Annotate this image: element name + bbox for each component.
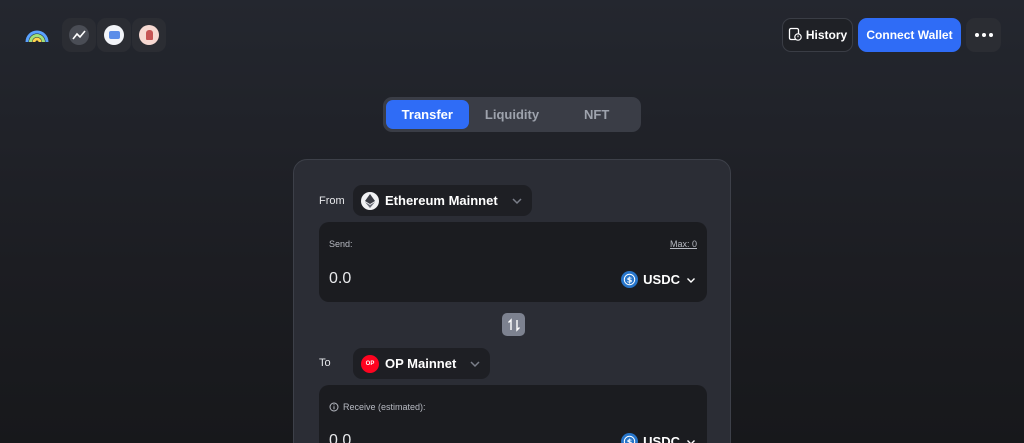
chevron-down-icon	[470, 360, 480, 367]
send-panel: Send: Max: 0 0.0 $ USDC	[319, 222, 707, 302]
bridge-card: From Ethereum Mainnet Send: Max: 0 0.0 $…	[293, 159, 731, 443]
tab-liquidity[interactable]: Liquidity	[471, 100, 554, 129]
svg-text:$: $	[627, 275, 633, 284]
more-icon[interactable]	[966, 18, 1001, 52]
analytics-app-icon[interactable]	[62, 18, 96, 52]
chevron-down-icon	[512, 197, 522, 204]
history-icon	[788, 27, 802, 44]
history-button[interactable]: History	[782, 18, 853, 52]
max-button[interactable]: Max: 0	[670, 239, 697, 249]
pool-app-icon[interactable]	[97, 18, 131, 52]
chevron-down-icon	[687, 439, 695, 443]
from-label: From	[319, 195, 345, 207]
receive-amount: 0.0	[329, 432, 352, 443]
receive-token-selector[interactable]: $ USDC	[621, 433, 697, 443]
receive-label-row: Receive (estimated):	[329, 402, 426, 412]
tab-nft[interactable]: NFT	[555, 100, 638, 129]
history-label: History	[805, 28, 848, 42]
receive-label: Receive (estimated):	[343, 402, 426, 412]
usdc-icon: $	[621, 271, 639, 288]
tab-transfer[interactable]: Transfer	[386, 100, 469, 129]
swap-icon	[507, 317, 520, 332]
info-icon[interactable]	[329, 402, 339, 412]
to-label: To	[319, 357, 331, 369]
send-token-symbol: USDC	[643, 272, 680, 287]
rainbow-logo-icon[interactable]	[24, 24, 50, 46]
to-network-selector[interactable]: OP OP Mainnet	[353, 348, 491, 379]
chevron-down-icon	[687, 277, 695, 283]
mode-tabs: Transfer Liquidity NFT	[383, 97, 641, 132]
community-app-icon[interactable]	[132, 18, 166, 52]
ethereum-icon	[361, 191, 379, 210]
op-icon: OP	[361, 354, 379, 373]
top-bar: History Connect Wallet	[0, 0, 1024, 70]
receive-token-symbol: USDC	[643, 434, 680, 443]
swap-direction-button[interactable]	[502, 313, 525, 336]
send-amount-input[interactable]: 0.0	[329, 270, 351, 288]
usdc-icon: $	[621, 433, 639, 443]
from-network-name: Ethereum Mainnet	[385, 193, 498, 208]
receive-panel: Receive (estimated): 0.0 $ USDC	[319, 385, 707, 443]
connect-wallet-button[interactable]: Connect Wallet	[858, 18, 961, 52]
to-network-name: OP Mainnet	[385, 356, 457, 371]
send-label: Send:	[329, 239, 353, 249]
from-network-selector[interactable]: Ethereum Mainnet	[353, 185, 532, 216]
svg-text:$: $	[627, 437, 633, 443]
send-token-selector[interactable]: $ USDC	[621, 271, 697, 288]
